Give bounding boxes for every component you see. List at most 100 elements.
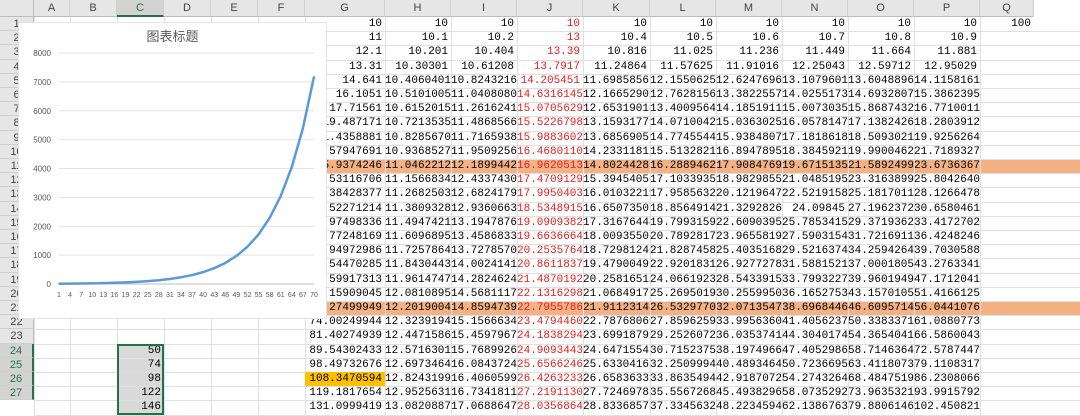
- cell-h18[interactable]: 11.84304431: [385, 258, 451, 272]
- spreadsheet[interactable]: A B C D E F G H I J K L M N O P Q 1 2 3 4 5 6 7 8 9 10 11 12 13 14 15 16…: [0, 0, 1080, 416]
- cell-o4[interactable]: 12.59712: [848, 60, 914, 74]
- cell-m26[interactable]: 42.9187072: [716, 372, 782, 386]
- cell-m17[interactable]: 25.40351685: [716, 244, 782, 258]
- cell-h4[interactable]: 10.30301: [385, 60, 451, 74]
- cell-n8[interactable]: 16.05781476: [782, 116, 848, 130]
- cell-o10[interactable]: 19.99004627: [848, 145, 914, 159]
- cell-m9[interactable]: 15.93848075: [716, 131, 782, 145]
- cell-p3[interactable]: 11.881: [914, 45, 980, 59]
- cell-l10[interactable]: 15.51328216: [650, 145, 716, 159]
- cell-n17[interactable]: 29.52163749: [782, 244, 848, 258]
- cell-m19[interactable]: 28.54339153: [716, 273, 782, 287]
- cell-h9[interactable]: 10.82856706: [385, 131, 451, 145]
- cell-h19[interactable]: 11.96147476: [385, 273, 451, 287]
- cell-i5[interactable]: 10.8243216: [451, 74, 517, 88]
- cell-o21[interactable]: 46.60957144: [848, 301, 914, 315]
- cell-m16[interactable]: 23.96558193: [716, 230, 782, 244]
- cell-n10[interactable]: 18.38459212: [782, 145, 848, 159]
- column-header-m[interactable]: M: [716, 0, 782, 17]
- cell-i21[interactable]: 14.85947396: [451, 301, 517, 315]
- cell-g28[interactable]: 131.0999419: [305, 400, 385, 414]
- cell-l18[interactable]: 22.92018318: [650, 258, 716, 272]
- cell-m6[interactable]: 13.38225578: [716, 88, 782, 102]
- cell-j25[interactable]: 25.65662464: [517, 358, 583, 372]
- cell-o2[interactable]: 10.8: [848, 31, 914, 45]
- cell-l23[interactable]: 29.2526072: [650, 329, 716, 343]
- cell-l3[interactable]: 11.025: [650, 45, 716, 59]
- cell-k9[interactable]: 13.6856905: [583, 131, 650, 145]
- cell-j8[interactable]: 15.52267985: [517, 116, 583, 130]
- cell-c27[interactable]: 122: [117, 386, 164, 400]
- cell-o16[interactable]: 31.72169114: [848, 230, 914, 244]
- cell-m25[interactable]: 40.48934641: [716, 358, 782, 372]
- cell-o15[interactable]: 29.37193624: [848, 216, 914, 230]
- cell-m23[interactable]: 36.03537417: [716, 329, 782, 343]
- cell-n1[interactable]: 10: [782, 17, 848, 31]
- cell-h27[interactable]: 12.95256315: [385, 386, 451, 400]
- cell-m3[interactable]: 11.236: [716, 45, 782, 59]
- cell-k14[interactable]: 16.65073507: [583, 202, 650, 216]
- cell-k6[interactable]: 12.16652902: [583, 88, 650, 102]
- cell-h2[interactable]: 10.1: [385, 31, 451, 45]
- cell-l9[interactable]: 14.77455444: [650, 131, 716, 145]
- cell-m24[interactable]: 38.19749662: [716, 344, 782, 358]
- cell-i11[interactable]: 12.1899442: [451, 159, 517, 173]
- cell-l14[interactable]: 18.85649142: [650, 202, 716, 216]
- column-header-o[interactable]: O: [848, 0, 914, 17]
- cell-k1[interactable]: 10: [583, 17, 650, 31]
- cell-o1[interactable]: 10: [848, 17, 914, 31]
- column-header-b[interactable]: B: [70, 0, 117, 17]
- cell-n7[interactable]: 15.00730352: [782, 102, 848, 116]
- cell-k18[interactable]: 19.47900496: [583, 258, 650, 272]
- cell-n19[interactable]: 33.79932276: [782, 273, 848, 287]
- cell-m5[interactable]: 12.6247696: [716, 74, 782, 88]
- cell-j11[interactable]: 16.96205139: [517, 159, 583, 173]
- cell-j1[interactable]: 10: [517, 17, 583, 31]
- cell-m28[interactable]: 48.22345941: [716, 400, 782, 414]
- cell-m18[interactable]: 26.92772786: [716, 258, 782, 272]
- cell-o18[interactable]: 37.00018055: [848, 258, 914, 272]
- cell-n11[interactable]: 19.67151357: [782, 159, 848, 173]
- cell-k25[interactable]: 25.63304165: [583, 358, 650, 372]
- cell-m14[interactable]: 21.3292826: [716, 202, 782, 216]
- cell-p20[interactable]: 51.41661255: [914, 287, 980, 301]
- cell-p19[interactable]: 47.17120417: [914, 273, 980, 287]
- cell-g23[interactable]: 81.40274939: [305, 329, 385, 343]
- cell-o5[interactable]: 13.6048896: [848, 74, 914, 88]
- cell-l4[interactable]: 11.57625: [650, 60, 716, 74]
- column-header-f[interactable]: F: [258, 0, 305, 17]
- cell-l5[interactable]: 12.1550625: [650, 74, 716, 88]
- cell-o11[interactable]: 21.58924997: [848, 159, 914, 173]
- column-header-l[interactable]: L: [650, 0, 716, 17]
- cell-p26[interactable]: 86.2308066: [914, 372, 980, 386]
- cell-g27[interactable]: 119.1817654: [305, 386, 385, 400]
- cell-k24[interactable]: 24.64715543: [583, 344, 650, 358]
- cell-p24[interactable]: 72.57874472: [914, 344, 980, 358]
- cell-p7[interactable]: 16.77100111: [914, 102, 980, 116]
- cell-h16[interactable]: 11.60968955: [385, 230, 451, 244]
- cell-h5[interactable]: 10.4060401: [385, 74, 451, 88]
- cell-p21[interactable]: 56.04410768: [914, 301, 980, 315]
- row-header-27[interactable]: 27: [0, 386, 34, 401]
- cell-j14[interactable]: 18.53489153: [517, 202, 583, 216]
- cell-j26[interactable]: 26.42632338: [517, 372, 583, 386]
- cell-k27[interactable]: 27.72469785: [583, 386, 650, 400]
- cell-o17[interactable]: 34.25942643: [848, 244, 914, 258]
- cell-l2[interactable]: 10.5: [650, 31, 716, 45]
- cell-h11[interactable]: 11.04622125: [385, 159, 451, 173]
- column-header-g[interactable]: G: [305, 0, 385, 17]
- cell-j2[interactable]: 13: [517, 31, 583, 45]
- cell-j23[interactable]: 24.18382943: [517, 329, 583, 343]
- cell-p22[interactable]: 61.08807737: [914, 315, 980, 329]
- cell-c25[interactable]: 74: [117, 358, 164, 372]
- cell-i28[interactable]: 17.06886477: [451, 400, 517, 414]
- cell-j27[interactable]: 27.21911309: [517, 386, 583, 400]
- cell-k3[interactable]: 10.816: [583, 45, 650, 59]
- cell-o14[interactable]: 27.19623726: [848, 202, 914, 216]
- column-header-c[interactable]: C: [117, 0, 164, 17]
- row-header-26[interactable]: 26: [0, 372, 34, 387]
- cell-i23[interactable]: 15.45979671: [451, 329, 517, 343]
- cell-c24[interactable]: 50: [117, 344, 164, 358]
- cell-j16[interactable]: 19.66366642: [517, 230, 583, 244]
- cell-k21[interactable]: 21.91123143: [583, 301, 650, 315]
